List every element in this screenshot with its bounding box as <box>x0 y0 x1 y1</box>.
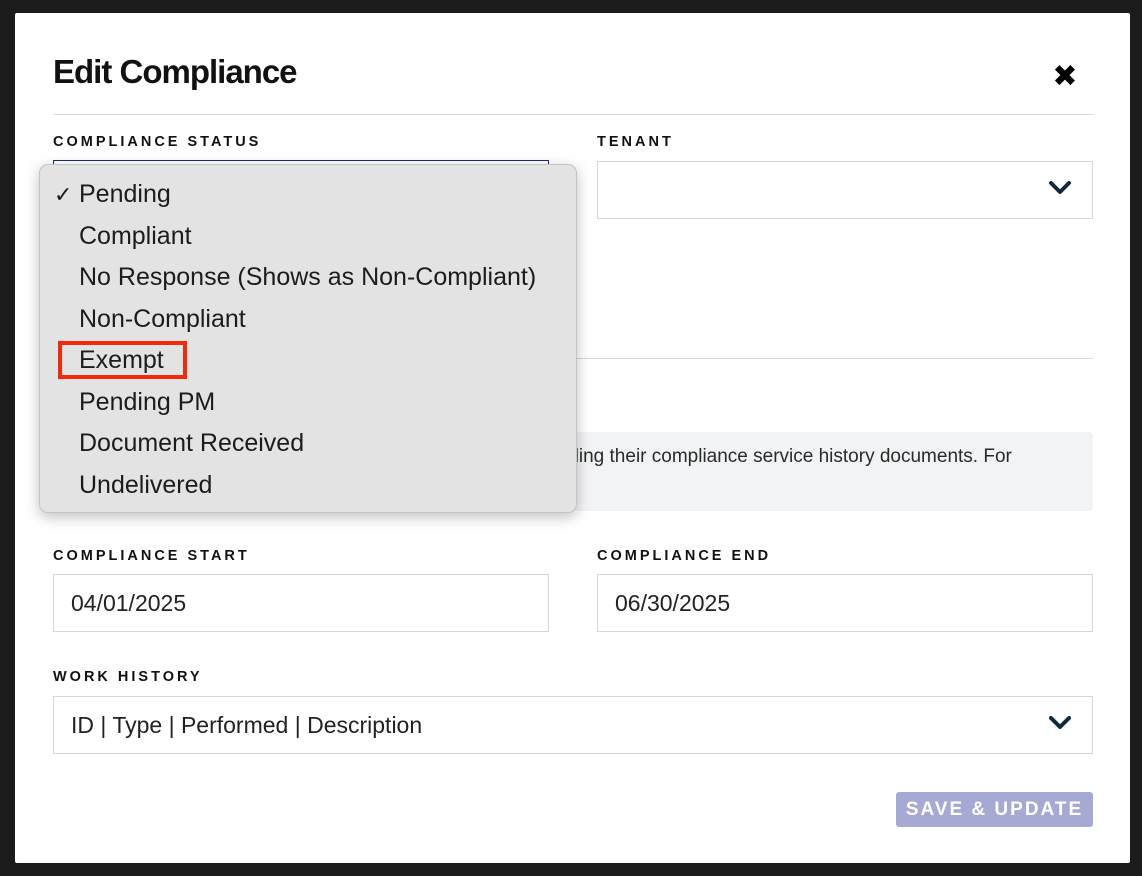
menu-item-exempt[interactable]: Exempt <box>40 340 576 381</box>
menu-item-compliant[interactable]: Compliant <box>40 216 576 257</box>
header-divider <box>53 114 1093 115</box>
menu-item-label: No Response (Shows as Non-Compliant) <box>79 263 537 291</box>
compliance-start-label: COMPLIANCE START <box>53 548 250 564</box>
compliance-status-label: COMPLIANCE STATUS <box>53 134 262 150</box>
chevron-down-icon <box>1049 181 1071 194</box>
chevron-down-icon <box>1049 716 1071 729</box>
info-text: rding their compliance service history d… <box>562 446 1012 467</box>
menu-item-no-response[interactable]: No Response (Shows as Non-Compliant) <box>40 257 576 298</box>
modal-title: Edit Compliance <box>53 53 298 90</box>
menu-item-label: Undelivered <box>79 471 213 499</box>
compliance-start-input[interactable]: 04/01/2025 <box>53 574 549 632</box>
work-history-select[interactable]: ID | Type | Performed | Description <box>53 696 1093 754</box>
close-icon[interactable]: ✖ <box>1050 62 1080 92</box>
menu-item-pending[interactable]: ✓ Pending <box>40 174 576 215</box>
menu-item-document-received[interactable]: Document Received <box>40 423 576 464</box>
menu-item-non-compliant[interactable]: Non-Compliant <box>40 299 576 340</box>
tenant-label: TENANT <box>597 134 674 150</box>
work-history-value: ID | Type | Performed | Description <box>71 712 423 738</box>
menu-item-label: Pending <box>79 180 171 208</box>
menu-item-label: Exempt <box>79 346 164 374</box>
menu-item-label: Non-Compliant <box>79 305 246 333</box>
work-history-label: WORK HISTORY <box>53 669 203 685</box>
checkmark-icon: ✓ <box>54 182 73 207</box>
menu-item-label: Pending PM <box>79 388 216 416</box>
save-update-button[interactable]: SAVE & UPDATE <box>896 792 1093 827</box>
menu-item-pending-pm[interactable]: Pending PM <box>40 382 576 423</box>
menu-item-label: Document Received <box>79 429 305 457</box>
menu-item-undelivered[interactable]: Undelivered <box>40 465 576 506</box>
compliance-end-input[interactable]: 06/30/2025 <box>597 574 1093 632</box>
menu-item-label: Compliant <box>79 222 192 250</box>
tenant-select[interactable] <box>597 161 1093 219</box>
compliance-status-menu: ✓ Pending Compliant No Response (Shows a… <box>39 164 577 513</box>
compliance-end-label: COMPLIANCE END <box>597 548 772 564</box>
